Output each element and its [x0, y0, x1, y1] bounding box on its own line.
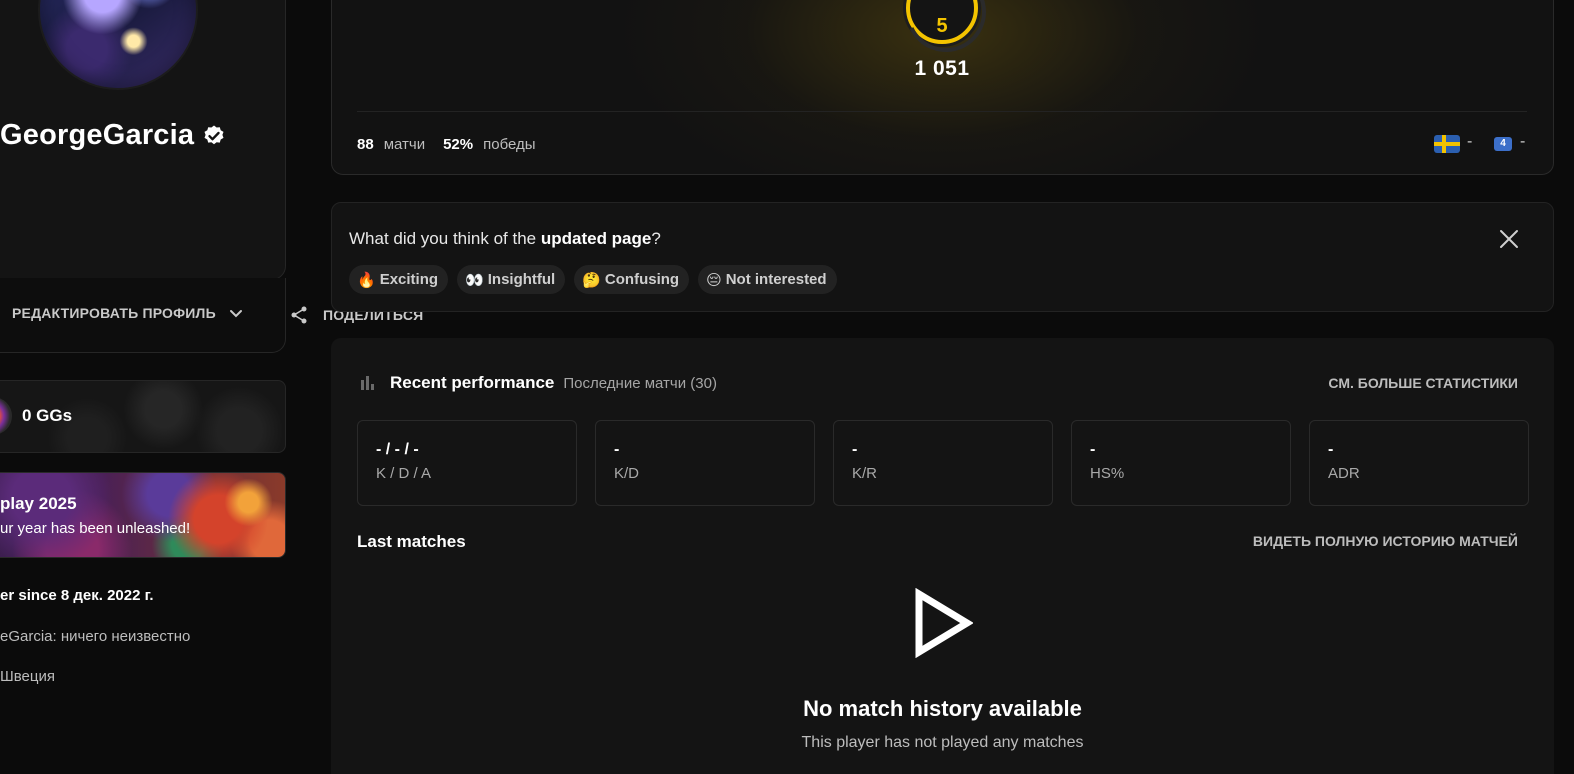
winrate-value: 52%: [443, 136, 474, 153]
thinking-emoji-icon: 🤔: [582, 270, 601, 289]
feedback-option-insightful[interactable]: 👀 Insightful: [457, 265, 566, 294]
stat-tile-kr: - K/R: [833, 420, 1053, 506]
chevron-down-icon: [229, 310, 242, 318]
stat-tile-kd: - K/D: [595, 420, 815, 506]
stat-value: -: [1328, 441, 1334, 458]
region-icon: 4: [1494, 137, 1512, 151]
stat-value: - / - / -: [376, 441, 419, 458]
stat-tiles: - / - / - K / D / A - K/D - K/R - HS% - …: [357, 420, 1529, 506]
feedback-option-label: Insightful: [487, 271, 556, 288]
feedback-option-exciting[interactable]: 🔥 Exciting: [349, 265, 449, 294]
skill-level-number: 5: [936, 14, 948, 37]
match-summary: 88 матчи 52% победы: [357, 136, 544, 153]
region-ranking: -: [1520, 133, 1526, 150]
username: GeorgeGarcia: [0, 119, 195, 151]
stat-label: HS%: [1090, 465, 1125, 482]
matches-count: 88: [357, 136, 374, 153]
last-matches-heading: Last matches: [357, 532, 466, 551]
stat-value: -: [614, 441, 620, 458]
stat-label: K/R: [852, 465, 878, 482]
bio-text: eGarcia: ничего неизвестно: [0, 628, 191, 645]
replay-2025-banner[interactable]: [0, 472, 286, 558]
pensive-emoji-icon: 😔: [706, 270, 722, 289]
performance-subtitle: Последние матчи (30): [563, 374, 717, 392]
edit-profile-label: РЕДАКТИРОВАТЬ ПРОФИЛЬ: [12, 305, 216, 321]
feedback-option-label: Confusing: [604, 271, 680, 288]
replay-title: play 2025: [0, 494, 77, 513]
username-row: GeorgeGarcia: [0, 119, 226, 152]
feedback-options: 🔥 Exciting 👀 Insightful 🤔 Confusing 😔 No…: [349, 265, 837, 294]
stat-label: K/D: [614, 465, 640, 482]
stat-label: ADR: [1328, 465, 1360, 482]
elo-value: 1 051: [914, 57, 970, 80]
skill-level-badge: 5: [906, 0, 978, 44]
verified-icon: [204, 125, 224, 144]
feedback-question-suffix: ?: [651, 229, 661, 248]
stat-tile-hs: - HS%: [1071, 420, 1291, 506]
close-icon[interactable]: [1497, 227, 1521, 251]
player-profile-page: GeorgeGarcia РЕДАКТИРОВАТЬ ПРОФИЛЬ ПОДЕЛ…: [0, 0, 1574, 774]
performance-title: Recent performance: [390, 373, 555, 392]
country-text: Швеция: [0, 668, 55, 685]
edit-profile-button[interactable]: РЕДАКТИРОВАТЬ ПРОФИЛЬ: [12, 305, 244, 321]
feedback-card: [331, 202, 1554, 312]
ggs-balance: 0 GGs: [22, 406, 73, 425]
feedback-question-bold: updated page: [540, 229, 652, 248]
winrate-label: победы: [483, 136, 536, 153]
feedback-option-label: Not interested: [725, 271, 827, 288]
stat-value: -: [1090, 441, 1096, 458]
feedback-question: What did you think of the updated page?: [349, 229, 661, 249]
eyes-emoji-icon: 👀: [465, 270, 484, 289]
stat-value: -: [852, 441, 858, 458]
see-more-stats-link[interactable]: СМ. БОЛЬШЕ СТАТИСТИКИ: [1328, 375, 1518, 391]
feedback-option-confusing[interactable]: 🤔 Confusing: [574, 265, 690, 294]
sweden-flag-icon: [1434, 135, 1460, 153]
replay-subtitle: ur year has been unleashed!: [0, 520, 191, 537]
full-match-history-link[interactable]: ВИДЕТЬ ПОЛНУЮ ИСТОРИЮ МАТЧЕЙ: [1253, 533, 1518, 549]
feedback-option-not-interested[interactable]: 😔 Not interested: [698, 265, 837, 294]
country-ranking: -: [1467, 133, 1473, 150]
divider: [357, 111, 1527, 112]
matches-label: матчи: [383, 136, 426, 153]
feedback-option-label: Exciting: [379, 271, 439, 288]
empty-state-subtitle: This player has not played any matches: [801, 734, 1084, 751]
empty-state-title: No match history available: [803, 696, 1082, 721]
play-icon: [915, 588, 973, 658]
performance-header: Recent performance Последние матчи (30): [361, 373, 717, 393]
fire-emoji-icon: 🔥: [357, 270, 376, 289]
stat-tile-kda: - / - / - K / D / A: [357, 420, 577, 506]
member-since: er since 8 дек. 2022 г.: [0, 587, 154, 604]
share-icon: [291, 306, 307, 324]
feedback-question-prefix: What did you think of the: [349, 229, 541, 248]
stat-label: K / D / A: [376, 465, 432, 482]
stat-tile-adr: - ADR: [1309, 420, 1529, 506]
bar-chart-icon: [361, 376, 377, 390]
